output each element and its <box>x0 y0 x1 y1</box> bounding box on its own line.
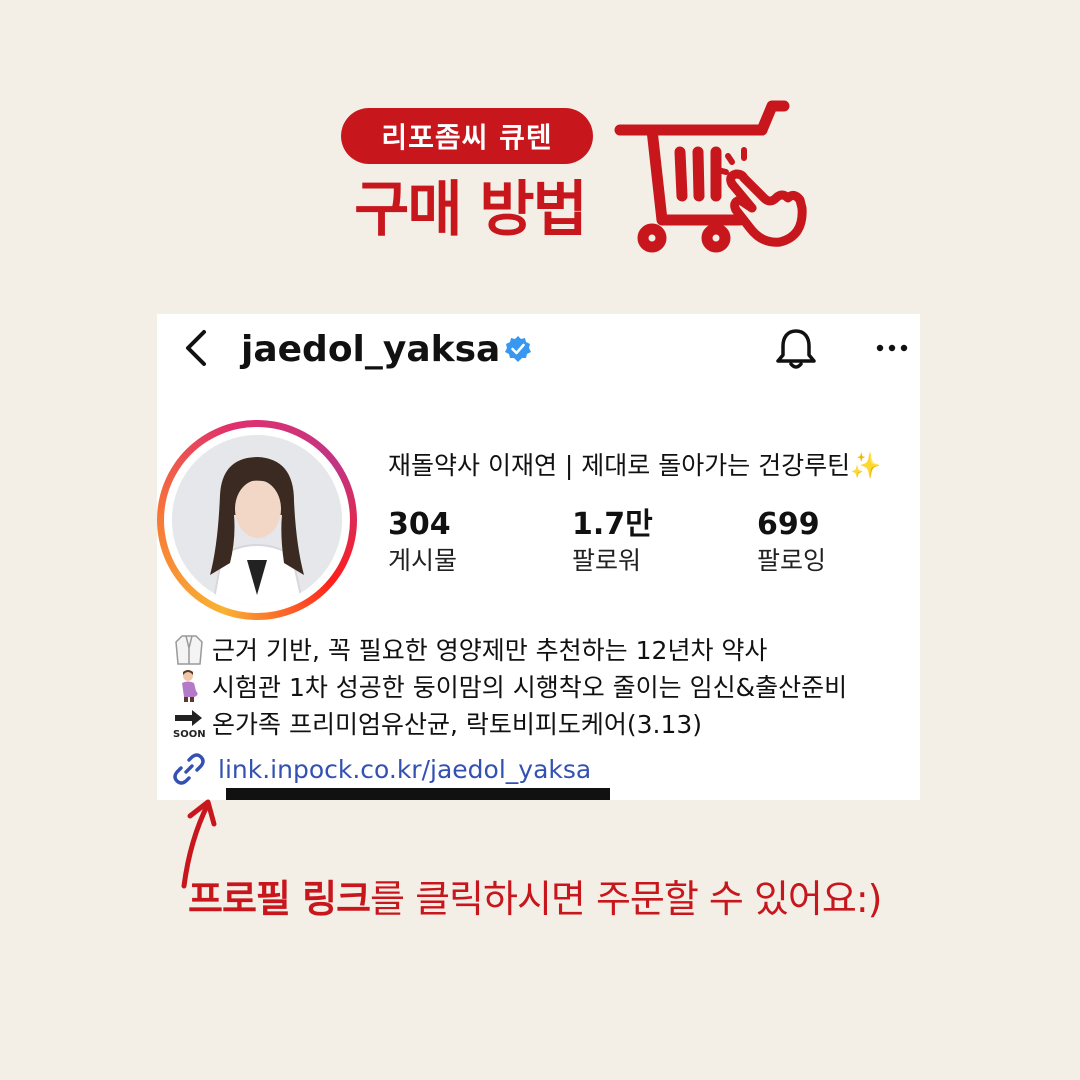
back-arrow-icon[interactable] <box>180 328 212 368</box>
stat-following[interactable]: 699 팔로잉 <box>757 506 826 578</box>
notification-bell-icon[interactable] <box>772 327 820 371</box>
story-ring[interactable] <box>157 420 357 620</box>
stat-posts[interactable]: 304 게시물 <box>388 506 457 578</box>
title-pill: 리포좀씨 큐텐 <box>341 108 593 164</box>
profile-username: jaedol_yaksa <box>241 329 501 370</box>
stat-label: 게시물 <box>388 546 458 575</box>
profile-link[interactable]: link.inpock.co.kr/jaedol_yaksa <box>172 752 591 786</box>
link-icon <box>173 753 205 785</box>
stat-label: 팔로잉 <box>757 546 827 575</box>
verified-badge-icon <box>505 336 531 362</box>
cta-text: 프로필 링크를 클릭하시면 주문할 수 있어요:) <box>188 872 882 926</box>
bio-text: 온가족 프리미엄유산균, 락토비피도케어(3.13) <box>212 709 703 739</box>
avatar <box>172 435 342 605</box>
profile-display-name: 재돌약사 이재연 | 제대로 돌아가는 건강루틴✨ <box>388 451 882 480</box>
cta-bold: 프로필 링크 <box>188 877 371 921</box>
bio-line: SOON 온가족 프리미엄유산균, 락토비피도케어(3.13) <box>172 704 912 741</box>
stat-label: 팔로워 <box>572 546 642 575</box>
pregnant-woman-icon <box>182 669 198 702</box>
stat-value: 304 <box>388 507 451 542</box>
bio-line: 근거 기반, 꼭 필요한 영양제만 추천하는 12년차 약사 <box>172 630 912 667</box>
bio-text: 근거 기반, 꼭 필요한 영양제만 추천하는 12년차 약사 <box>212 635 768 665</box>
stat-value: 699 <box>757 507 820 542</box>
profile-bio: 근거 기반, 꼭 필요한 영양제만 추천하는 12년차 약사 시험관 1차 성공… <box>172 630 912 741</box>
cta-rest: 를 클릭하시면 주문할 수 있어요:) <box>370 877 882 921</box>
soon-arrow-icon: SOON <box>173 709 206 740</box>
bio-line: 시험관 1차 성공한 둥이맘의 시행착오 줄이는 임신&출산준비 <box>172 667 912 704</box>
bio-text: 시험관 1차 성공한 둥이맘의 시행착오 줄이는 임신&출산준비 <box>212 672 848 702</box>
link-underline-bar <box>226 788 610 800</box>
stat-followers[interactable]: 1.7만 팔로워 <box>572 506 653 578</box>
profile-link-text[interactable]: link.inpock.co.kr/jaedol_yaksa <box>218 755 591 784</box>
stat-value: 1.7만 <box>572 507 653 542</box>
shopping-cart-icon <box>614 100 807 253</box>
headline: 구매 방법 <box>354 175 588 245</box>
lab-coat-icon <box>175 634 203 665</box>
more-options-icon[interactable] <box>872 330 912 366</box>
svg-text:SOON: SOON <box>173 729 206 740</box>
